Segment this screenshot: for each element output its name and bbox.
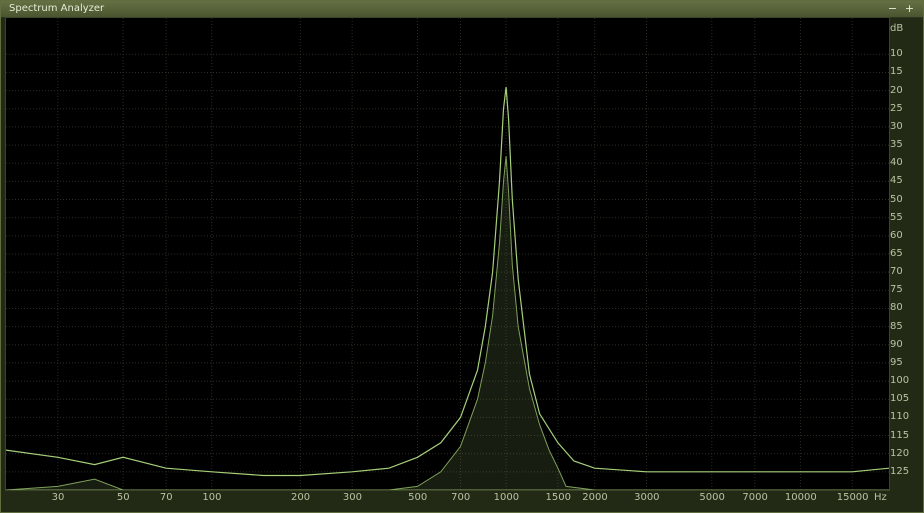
db-tick-label: 40 bbox=[890, 157, 903, 169]
hz-tick-label: 300 bbox=[342, 492, 362, 503]
hz-tick-label: 15000 bbox=[836, 492, 869, 503]
db-tick-label: 10 bbox=[890, 48, 903, 60]
db-tick-label: 65 bbox=[890, 248, 903, 259]
db-tick-label: 100 bbox=[890, 375, 910, 387]
hz-tick-label: 50 bbox=[116, 492, 130, 503]
db-tick-label: 45 bbox=[890, 175, 903, 187]
db-tick-label: 75 bbox=[890, 284, 903, 296]
maximize-button[interactable]: + bbox=[904, 1, 915, 16]
hz-tick-label: 10000 bbox=[784, 492, 817, 503]
hz-tick-label: 70 bbox=[159, 492, 173, 503]
hz-tick-label: 200 bbox=[291, 492, 311, 503]
db-tick-label: 15 bbox=[890, 66, 903, 78]
minimize-button[interactable]: − bbox=[887, 1, 898, 16]
db-tick-label: 35 bbox=[890, 139, 903, 151]
hz-tick-label: 2000 bbox=[582, 492, 608, 503]
spectrum-fill-series bbox=[6, 155, 889, 490]
db-tick-label: 115 bbox=[890, 429, 910, 441]
title-bar[interactable]: Spectrum Analyzer − + bbox=[1, 1, 923, 18]
spectrum-plot[interactable] bbox=[5, 17, 890, 491]
spectrum-chart bbox=[6, 18, 889, 490]
hz-tick-label: 100 bbox=[202, 492, 222, 503]
hz-tick-label: 3000 bbox=[634, 492, 660, 503]
hz-tick-label: 1000 bbox=[493, 492, 520, 503]
db-tick-label: 125 bbox=[890, 465, 910, 477]
db-tick-label: 50 bbox=[890, 193, 903, 205]
db-tick-label: 30 bbox=[890, 120, 903, 132]
db-tick-label: 25 bbox=[890, 102, 903, 114]
db-tick-label: 90 bbox=[890, 338, 903, 350]
window-title: Spectrum Analyzer bbox=[9, 3, 105, 14]
hz-tick-label: 700 bbox=[451, 492, 471, 503]
db-tick-label: 110 bbox=[890, 411, 910, 423]
hz-tick-label: 1500 bbox=[545, 492, 571, 503]
hz-tick-label: 7000 bbox=[742, 492, 768, 503]
db-tick-label: 20 bbox=[890, 84, 903, 96]
db-tick-label: 80 bbox=[890, 302, 903, 314]
hz-unit-label: Hz bbox=[874, 492, 887, 503]
db-unit-label: dB bbox=[890, 23, 904, 34]
db-tick-label: 60 bbox=[890, 229, 903, 241]
hz-tick-label: 500 bbox=[408, 492, 428, 503]
db-tick-label: 85 bbox=[890, 320, 903, 332]
db-tick-label: 120 bbox=[890, 447, 910, 459]
db-tick-label: 95 bbox=[890, 356, 903, 368]
db-tick-label: 55 bbox=[890, 211, 903, 223]
hz-tick-label: 30 bbox=[51, 492, 65, 503]
hz-tick-label: 5000 bbox=[699, 492, 725, 503]
db-tick-label: 105 bbox=[890, 393, 910, 405]
db-tick-label: 70 bbox=[890, 266, 903, 278]
